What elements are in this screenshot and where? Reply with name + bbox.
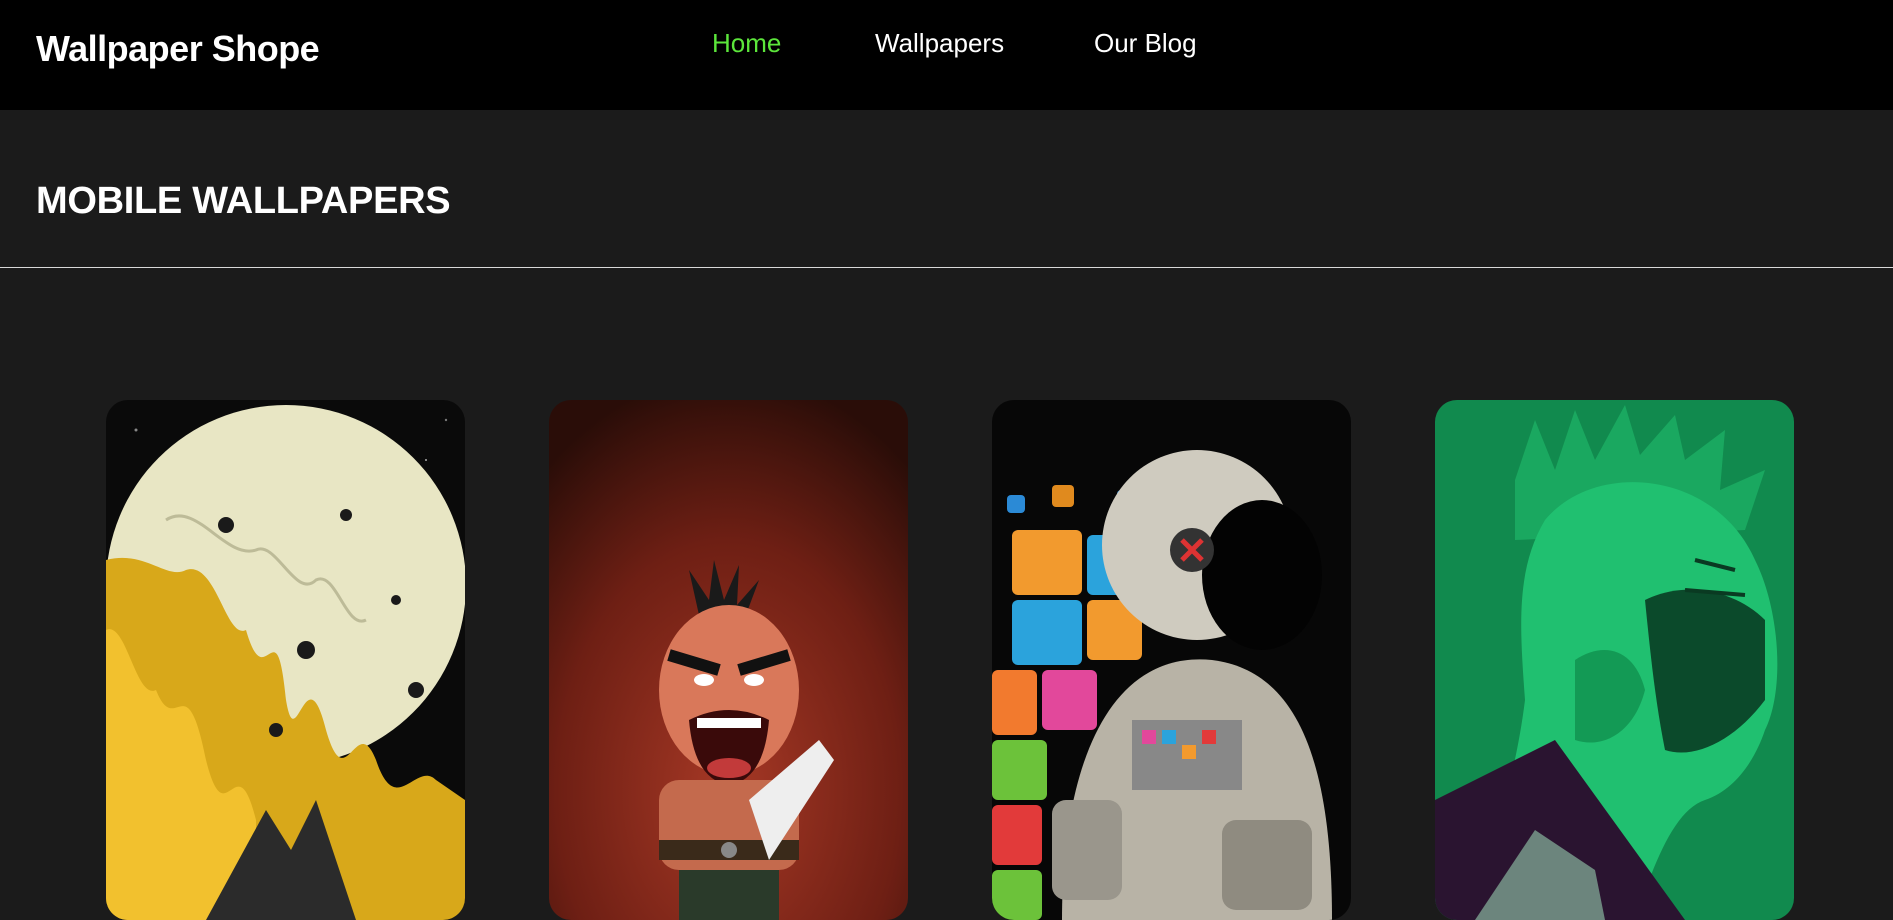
wallpaper-card-astronaut[interactable] <box>992 400 1351 920</box>
wallpaper-image-angry-character <box>549 400 908 920</box>
site-logo-text[interactable]: Wallpaper Shope <box>36 28 320 70</box>
wallpaper-image-astronaut <box>992 400 1351 920</box>
nav-wallpapers-link[interactable]: Wallpapers <box>875 28 1004 58</box>
top-navigation-bar: Wallpaper Shope Home Wallpapers Our Blog <box>0 0 1893 110</box>
section-divider <box>0 267 1893 268</box>
wallpaper-card-green-portrait[interactable] <box>1435 400 1794 920</box>
wallpaper-card-angry-character[interactable] <box>549 400 908 920</box>
wallpaper-image-green-portrait <box>1435 400 1794 920</box>
nav-home-link[interactable]: Home <box>712 28 781 58</box>
wallpaper-card-moon[interactable] <box>106 400 465 920</box>
nav-blog-link[interactable]: Our Blog <box>1094 28 1197 58</box>
section-title: MOBILE WALLPAPERS <box>36 180 451 222</box>
wallpaper-image-moon <box>106 400 465 920</box>
